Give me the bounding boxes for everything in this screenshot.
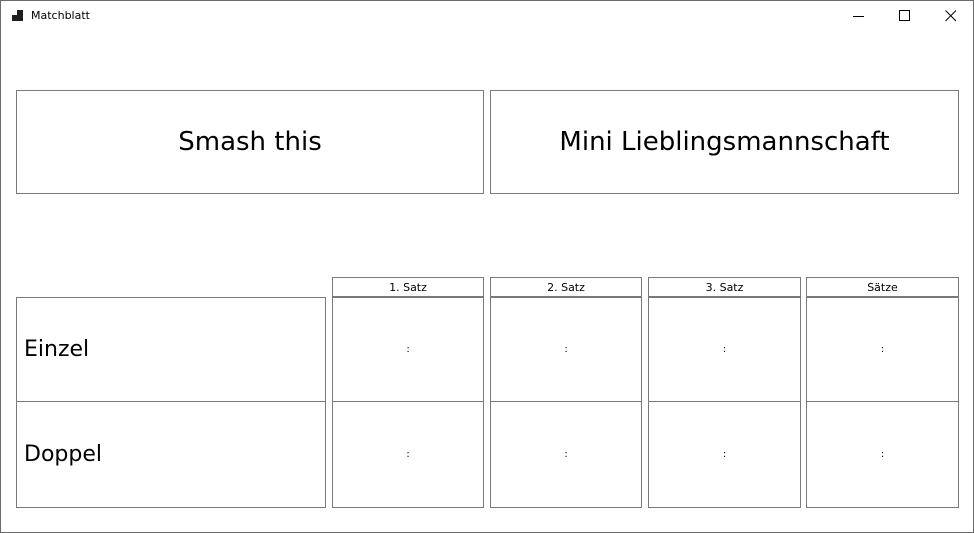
title-bar[interactable]: Matchblatt <box>1 1 973 31</box>
matchblatt-window: Matchblatt Smash this Mini Lieblingsmann… <box>0 0 974 533</box>
score-einzel-sets-total[interactable]: : <box>806 297 959 402</box>
app-icon <box>12 10 23 21</box>
maximize-icon <box>899 10 910 21</box>
score-doppel-sets-total[interactable]: : <box>806 401 959 508</box>
row-label-einzel: Einzel <box>16 297 326 402</box>
score-doppel-set-2[interactable]: : <box>490 401 642 508</box>
header-set-3: 3. Satz <box>648 277 801 297</box>
home-team-panel: Smash this <box>16 90 484 194</box>
minimize-icon <box>853 16 864 17</box>
score-doppel-set-1[interactable]: : <box>332 401 484 508</box>
header-set-2: 2. Satz <box>490 277 642 297</box>
minimize-button[interactable] <box>836 1 882 31</box>
close-button[interactable] <box>928 1 974 31</box>
header-set-1: 1. Satz <box>332 277 484 297</box>
maximize-button[interactable] <box>882 1 928 31</box>
score-einzel-set-2[interactable]: : <box>490 297 642 402</box>
home-team-name: Smash this <box>178 127 322 157</box>
away-team-panel: Mini Lieblingsmannschaft <box>490 90 959 194</box>
header-sets-total: Sätze <box>806 277 959 297</box>
row-label-doppel: Doppel <box>16 401 326 508</box>
score-einzel-set-3[interactable]: : <box>648 297 801 402</box>
close-icon <box>945 10 957 22</box>
score-einzel-set-1[interactable]: : <box>332 297 484 402</box>
window-title: Matchblatt <box>31 9 90 22</box>
away-team-name: Mini Lieblingsmannschaft <box>559 127 890 157</box>
score-doppel-set-3[interactable]: : <box>648 401 801 508</box>
